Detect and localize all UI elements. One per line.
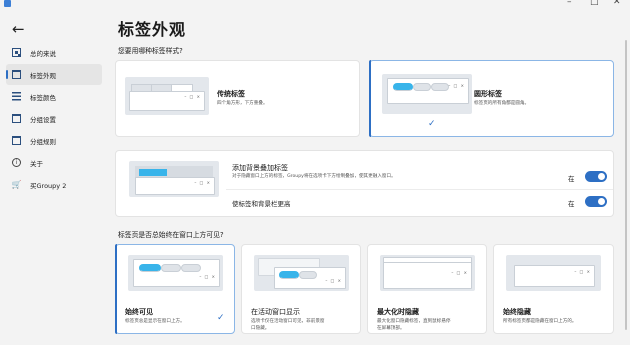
preview-tab [393, 83, 413, 91]
preview-tab [181, 264, 201, 272]
option-always-hidden[interactable]: – □ × 始终隐藏 所有标签页都是隐藏在窗口上方的。 [493, 244, 614, 334]
option-active-window-only[interactable]: – □ × 在活动窗口显示 选项卡仅在活动窗口可见，非前景窗口隐藏。 [241, 244, 361, 334]
preview-window: – □ × [387, 78, 469, 104]
close-button[interactable]: ✕ [613, 0, 621, 7]
visibility-question: 标签页是否总始终在窗口上方可见? [118, 231, 224, 239]
preview-window: – □ × [274, 267, 346, 289]
sidebar-item-tab-appearance[interactable]: 标签外观 [6, 64, 102, 85]
active-window-preview: – □ × [254, 255, 349, 291]
scrollbar[interactable] [625, 40, 627, 330]
sidebar-item-label: 标签外观 [30, 71, 56, 80]
preview-window-controls: – □ × [448, 83, 465, 88]
minimize-button[interactable]: – [567, 0, 572, 7]
title-bar: – □ ✕ [0, 0, 630, 8]
preview-tab [413, 83, 431, 91]
sidebar-item-label: 标签颜色 [30, 93, 56, 102]
background-stacking-toggle[interactable] [585, 171, 607, 182]
cart-icon: 🛒 [11, 180, 22, 189]
option-desc: 所有标签页都是隐藏在窗口上方的。 [503, 319, 577, 324]
always-visible-preview: – □ × [128, 255, 223, 291]
taller-tabs-label: 使标签和背景栏更高 [232, 200, 291, 208]
option-title: 在活动窗口显示 [251, 308, 300, 316]
preview-window: – □ × [133, 259, 220, 287]
preview-tab [431, 83, 449, 91]
classic-tabs-preview: – □ × [125, 77, 209, 115]
toggle-state-label: 在 [568, 200, 575, 208]
sidebar-item-general[interactable]: 总的来说 [6, 42, 102, 63]
preview-window: – □ × [135, 177, 215, 195]
preview-window-controls: – □ × [574, 269, 591, 274]
back-arrow-icon[interactable]: ← [12, 20, 25, 38]
preview-window: – □ × [129, 91, 205, 111]
maximize-button[interactable]: □ [590, 0, 599, 7]
preview-window-controls: – □ × [184, 94, 201, 99]
stacking-title: 添加背景叠加标签 [232, 164, 288, 172]
preview-tab [139, 264, 161, 272]
sidebar-item-label: 分组规则 [30, 137, 56, 146]
sidebar-item-label: 总的来说 [30, 49, 56, 58]
toggle-state-label: 在 [568, 175, 575, 183]
preview-window-controls: – □ × [199, 274, 216, 279]
stacking-desc: 对于隐藏窗口上方的标签，Groupy将在选项卡下方绘制叠加，使其更融入窗口。 [232, 174, 396, 179]
option-always-visible[interactable]: – □ × 始终可见 标签页总是显示在窗口上方。 ✓ [115, 244, 235, 334]
page-title: 标签外观 [118, 20, 187, 39]
app-icon [4, 0, 11, 7]
option-title: 最大化时隐藏 [377, 308, 419, 316]
sidebar-nav: 总的来说 标签外观 标签颜色 分组设置 分组规则 i 关于 🛒 买Groupy … [6, 42, 102, 196]
stacking-preview: – □ × [129, 161, 219, 197]
sidebar-item-group-rules[interactable]: 分组规则 [6, 130, 102, 151]
preview-tab [161, 264, 181, 272]
tab-style-question: 您要用哪种标签样式? [118, 47, 183, 55]
option-hide-when-maximized[interactable]: – □ × 最大化时隐藏 最大化窗口隐藏标签，直到鼠标悬停在屏幕顶部。 [367, 244, 487, 334]
preview-window-controls: – □ × [451, 270, 468, 275]
preview-title-line [384, 262, 471, 263]
preview-tab [139, 169, 167, 176]
window-tabs-icon [12, 70, 21, 79]
preview-window: – □ × [514, 265, 595, 287]
option-rounded-tabs[interactable]: – □ × 圆形标签 标签页的所有角都是圆角。 ✓ [369, 60, 614, 137]
always-hidden-preview: – □ × [506, 255, 601, 291]
info-icon: i [12, 158, 21, 167]
option-desc: 四个角方形，下方重叠。 [217, 101, 268, 106]
sidebar-item-about[interactable]: i 关于 [6, 152, 102, 173]
option-title: 传统标签 [217, 90, 245, 98]
maximized-preview: – □ × [380, 255, 475, 291]
preview-window-controls: – □ × [325, 278, 342, 283]
preview-tab [299, 271, 317, 279]
sidebar-item-label: 关于 [30, 159, 43, 168]
sidebar-item-tab-colors[interactable]: 标签颜色 [6, 86, 102, 107]
selected-indicator [369, 60, 371, 137]
option-title: 始终隐藏 [503, 308, 531, 316]
background-stacking-card: – □ × 添加背景叠加标签 对于隐藏窗口上方的标签，Groupy将在选项卡下方… [115, 150, 614, 217]
option-desc: 标签页总是显示在窗口上方。 [125, 319, 185, 324]
option-classic-tabs[interactable]: – □ × 传统标签 四个角方形，下方重叠。 [115, 60, 360, 137]
sidebar-item-group-settings[interactable]: 分组设置 [6, 108, 102, 129]
grid-icon [12, 48, 21, 57]
preview-tab [279, 271, 299, 279]
selected-indicator [115, 244, 117, 334]
divider [226, 189, 613, 190]
preview-window-controls: – □ × [194, 180, 211, 185]
rounded-tabs-preview: – □ × [382, 74, 472, 114]
preview-window: – □ × [383, 257, 472, 289]
group-settings-icon [12, 114, 21, 123]
sidebar-item-buy[interactable]: 🛒 买Groupy 2 [6, 174, 102, 195]
option-desc: 标签页的所有角都是圆角。 [474, 101, 530, 106]
checkmark-icon: ✓ [217, 313, 225, 323]
option-desc: 最大化窗口隐藏标签，直到鼠标悬停在屏幕顶部。 [377, 319, 451, 331]
color-stripes-icon [12, 92, 21, 101]
sidebar-item-label: 买Groupy 2 [30, 181, 67, 190]
group-rules-icon [12, 136, 21, 145]
option-title: 圆形标签 [474, 90, 502, 98]
sidebar-item-label: 分组设置 [30, 115, 56, 124]
option-title: 始终可见 [125, 308, 153, 316]
option-desc: 选项卡仅在活动窗口可见，非前景窗口隐藏。 [251, 319, 325, 331]
checkmark-icon: ✓ [428, 119, 436, 129]
taller-tabs-toggle[interactable] [585, 196, 607, 207]
